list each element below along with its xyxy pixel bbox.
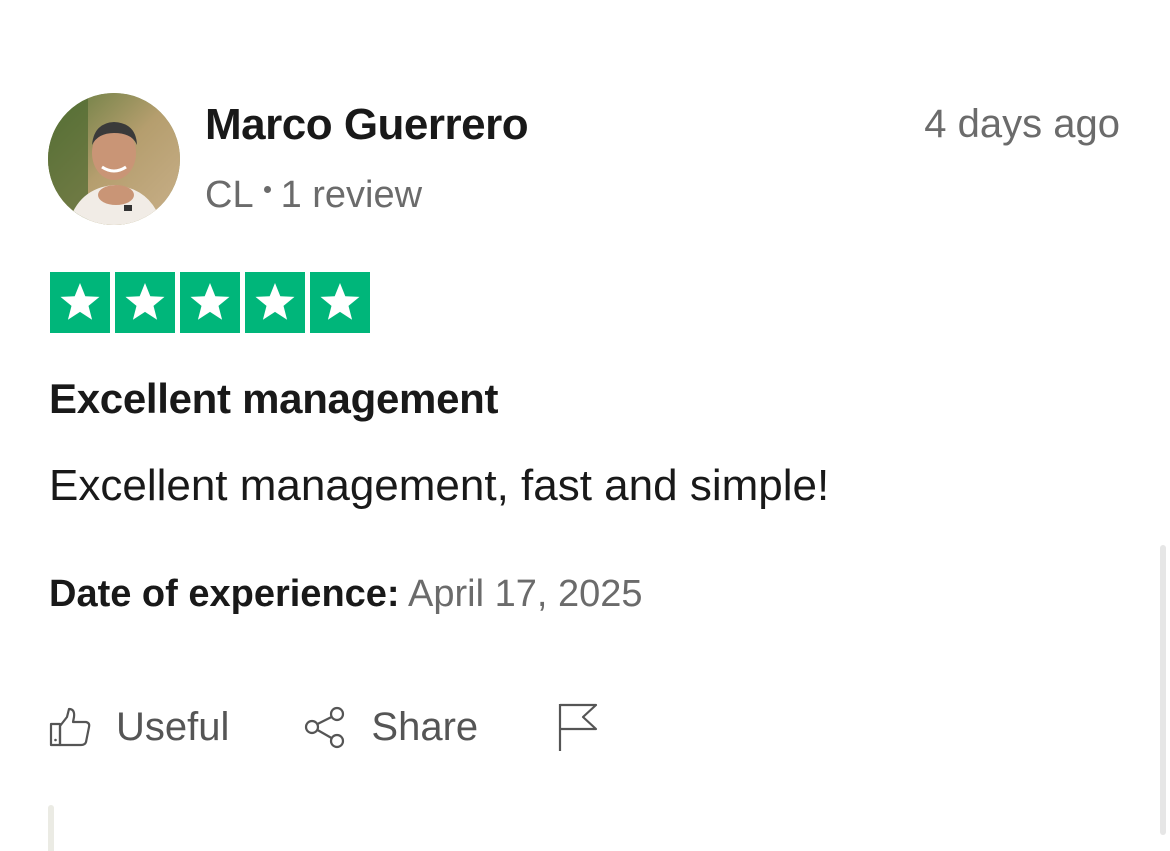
review-body: Excellent management, fast and simple! <box>49 461 830 510</box>
reviewer-review-count: 1 review <box>280 174 423 216</box>
experience-date: April 17, 2025 <box>408 573 643 615</box>
share-icon <box>303 705 347 749</box>
star-icon <box>60 283 100 320</box>
scrollbar[interactable] <box>1160 545 1166 835</box>
experience-label: Date of experience: <box>49 573 400 615</box>
star-icon <box>320 283 360 320</box>
review-title: Excellent management <box>49 375 499 422</box>
star-4 <box>245 272 305 333</box>
share-label: Share <box>371 704 479 749</box>
reviewer-meta: CL 1 review <box>205 174 422 217</box>
review-posted-date: 4 days ago <box>924 102 1120 146</box>
star-rating <box>50 272 370 333</box>
date-of-experience: Date of experience: April 17, 2025 <box>49 573 643 616</box>
review-card: Marco Guerrero 4 days ago CL 1 review Exc… <box>0 0 1170 851</box>
reviewer-avatar[interactable] <box>48 93 180 225</box>
separator-dot <box>263 186 271 193</box>
star-icon <box>255 283 295 320</box>
share-button[interactable]: Share <box>303 705 478 750</box>
star-2 <box>115 272 175 333</box>
reviewer-name[interactable]: Marco Guerrero <box>205 100 529 150</box>
thumbs-up-icon <box>48 705 92 749</box>
star-1 <box>50 272 110 333</box>
star-icon <box>190 283 230 320</box>
star-5 <box>310 272 370 333</box>
avatar-photo-icon <box>48 93 180 225</box>
review-actions: Useful Share <box>48 698 624 756</box>
flag-icon <box>556 702 600 752</box>
next-review-edge <box>48 805 54 851</box>
useful-button[interactable]: Useful <box>48 705 229 750</box>
star-3 <box>180 272 240 333</box>
reviewer-country: CL <box>205 174 254 216</box>
report-button[interactable] <box>556 702 624 752</box>
star-icon <box>125 283 165 320</box>
useful-label: Useful <box>116 704 230 749</box>
